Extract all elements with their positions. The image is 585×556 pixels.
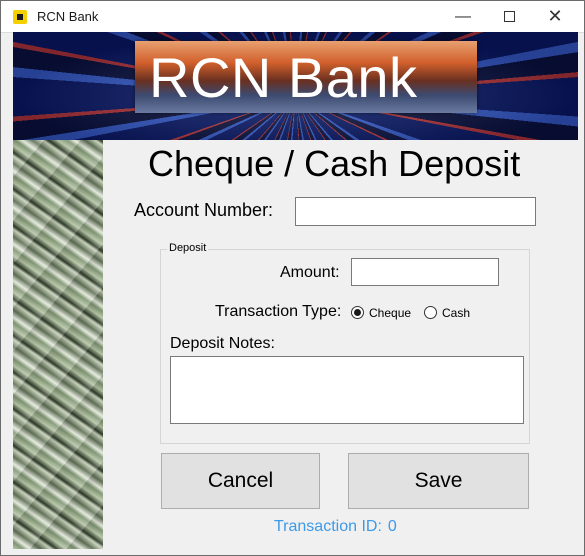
save-button[interactable]: Save [348, 453, 529, 509]
bank-logo-text: RCN Bank [149, 46, 418, 109]
app-window: RCN Bank — ✕ RCN Bank Cheque / Cash Depo… [0, 0, 585, 556]
transaction-id-value: 0 [387, 518, 397, 535]
account-number-label: Account Number: [134, 200, 274, 220]
transaction-id-display: Transaction ID: 0 [274, 518, 397, 536]
app-icon [13, 10, 27, 24]
cheque-radio-label[interactable]: Cheque [369, 306, 411, 320]
page-title: Cheque / Cash Deposit [148, 143, 521, 184]
amount-label: Amount: [280, 264, 340, 281]
maximize-icon [503, 11, 515, 23]
window-title: RCN Bank [37, 9, 99, 24]
money-image [13, 140, 103, 549]
deposit-notes-label: Deposit Notes: [170, 335, 275, 352]
close-button[interactable]: ✕ [532, 1, 578, 32]
cash-radio-label[interactable]: Cash [442, 306, 470, 320]
maximize-button[interactable] [486, 1, 532, 32]
deposit-notes-input[interactable] [170, 356, 524, 424]
account-number-input[interactable] [295, 197, 536, 226]
title-bar: RCN Bank — ✕ [1, 1, 584, 33]
transaction-id-label: Transaction ID: [274, 518, 382, 535]
cancel-button[interactable]: Cancel [161, 453, 320, 509]
transaction-type-label: Transaction Type: [215, 303, 342, 320]
minimize-button[interactable]: — [440, 1, 486, 32]
bank-logo: RCN Bank [135, 41, 477, 113]
cash-radio[interactable] [424, 306, 437, 319]
cheque-radio[interactable] [351, 306, 364, 319]
deposit-group-title: Deposit [167, 242, 209, 254]
banner-image: RCN Bank [13, 32, 578, 140]
amount-input[interactable] [351, 258, 499, 286]
